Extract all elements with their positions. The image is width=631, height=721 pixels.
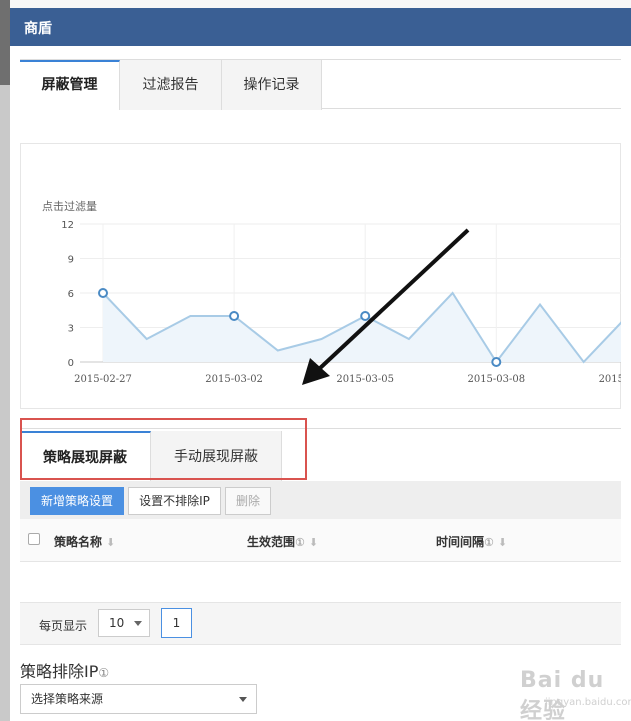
highlight-box	[20, 418, 307, 480]
main-tabs: 屏蔽管理 过滤报告 操作记录	[20, 59, 621, 110]
chevron-down-icon	[239, 697, 247, 702]
add-strategy-button[interactable]: 新增策略设置	[30, 487, 124, 515]
sort-icon[interactable]: ⬇︎	[106, 536, 115, 549]
x-tick-label: 2015-02-27	[74, 374, 132, 385]
baidu-watermark: Bai du 经验	[520, 668, 605, 721]
modal-title: 商盾	[24, 21, 52, 37]
set-not-exclude-ip-button[interactable]: 设置不排除IP	[128, 487, 221, 515]
column-scope[interactable]: 生效范围① ⬇︎	[247, 533, 318, 550]
data-point[interactable]	[491, 357, 502, 367]
strategy-exclude-ip-title: 策略排除IP①	[20, 658, 109, 682]
column-label: 时间间隔	[436, 535, 485, 549]
column-strategy-name[interactable]: 策略名称 ⬇︎	[54, 533, 115, 550]
data-point[interactable]	[229, 311, 240, 321]
filter-volume-chart: 129630 2015-02-27 2015-03-02 2015-03-05 201…	[61, 220, 621, 385]
page-number-button[interactable]: 1	[161, 608, 192, 638]
info-icon[interactable]: ①	[295, 536, 305, 549]
tab-filter-report[interactable]: 过滤报告	[120, 60, 222, 110]
sort-icon[interactable]: ⬇︎	[498, 536, 507, 549]
x-tick-label: 2015-03-08	[467, 374, 525, 385]
tab-block-management[interactable]: 屏蔽管理	[20, 60, 120, 110]
y-tick-label: 0	[68, 358, 74, 369]
info-icon[interactable]: ①	[98, 666, 109, 680]
y-tick-label: 9	[68, 255, 74, 266]
column-label: 策略名称	[54, 535, 103, 549]
y-tick-label: 6	[68, 289, 74, 300]
strategy-source-select[interactable]: 选择策略来源	[20, 684, 257, 714]
chart-y-ticks: 12 9 6 3 0	[61, 220, 74, 369]
y-tick-label: 3	[68, 324, 74, 335]
column-label: 生效范围	[247, 535, 296, 549]
chevron-down-icon	[134, 621, 142, 626]
x-tick-label: 2015-03-05	[336, 374, 394, 385]
x-tick-label: 2015-03-11	[599, 374, 621, 385]
page-size-select[interactable]: 10	[98, 609, 150, 637]
tab-operation-log[interactable]: 操作记录	[222, 60, 322, 110]
info-icon[interactable]: ①	[484, 536, 494, 549]
y-tick-label: 12	[61, 220, 74, 231]
data-point[interactable]	[98, 288, 108, 298]
section-title-text: 策略排除IP	[20, 662, 99, 681]
table-body-empty	[20, 562, 621, 603]
baidu-watermark-url: jingyan.baidu.com	[545, 697, 631, 708]
sort-icon[interactable]: ⬇︎	[309, 536, 318, 549]
data-point[interactable]	[360, 311, 371, 321]
modal-header: 商盾	[10, 8, 631, 46]
select-all-checkbox[interactable]	[28, 533, 40, 545]
page-size-label: 每页显示	[39, 619, 88, 633]
delete-button[interactable]: 删除	[225, 487, 271, 515]
tabs-divider	[322, 108, 621, 109]
x-tick-label: 2015-03-02	[205, 374, 263, 385]
backdrop-strip-light	[0, 85, 10, 721]
chart-x-ticks: 2015-02-27 2015-03-02 2015-03-05 2015-03-08…	[74, 374, 621, 385]
column-interval[interactable]: 时间间隔① ⬇︎	[436, 533, 507, 550]
